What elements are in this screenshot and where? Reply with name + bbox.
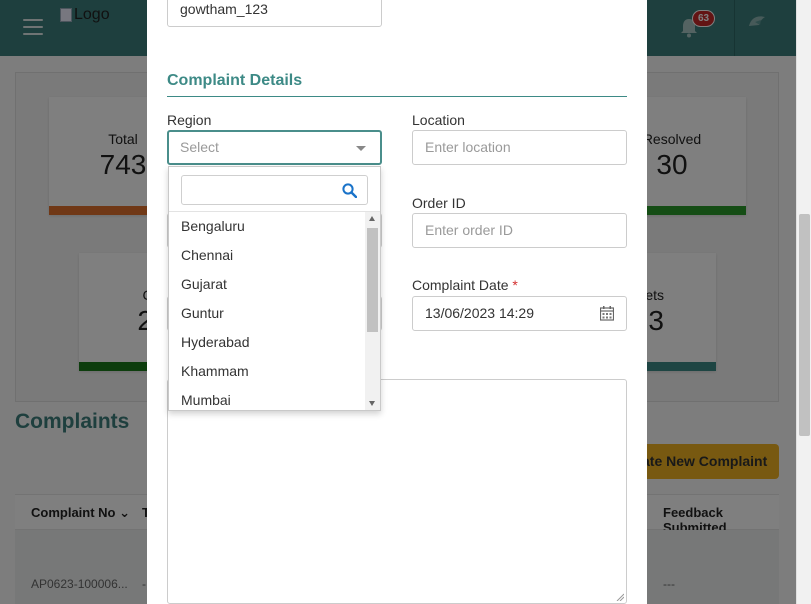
section-title: Complaint Details <box>167 72 303 89</box>
region-search-input[interactable] <box>181 175 368 205</box>
description-textarea[interactable] <box>167 379 627 604</box>
complaint-date-input[interactable]: 13/06/2023 14:29 <box>412 296 627 331</box>
region-dropdown: Bengaluru Chennai Gujarat Guntur Hyderab… <box>168 166 381 411</box>
region-option[interactable]: Bengaluru <box>169 212 365 241</box>
scrollbar-thumb[interactable] <box>799 214 810 436</box>
resize-handle-icon[interactable] <box>616 593 624 601</box>
region-option[interactable]: Hyderabad <box>169 328 365 357</box>
scroll-up-arrow-icon[interactable] <box>369 216 375 221</box>
region-option[interactable]: Guntur <box>169 299 365 328</box>
region-option[interactable]: Mumbai <box>169 386 365 410</box>
scrollbar-thumb[interactable] <box>367 228 378 332</box>
search-icon <box>342 183 357 198</box>
page-scrollbar[interactable] <box>796 0 811 604</box>
location-input[interactable]: Enter location <box>412 130 627 165</box>
order-id-input[interactable]: Enter order ID <box>412 213 627 248</box>
region-select[interactable]: Select <box>167 130 382 165</box>
caret-down-icon <box>356 146 366 151</box>
region-label: Region <box>167 112 212 128</box>
region-option[interactable]: Khammam <box>169 357 365 386</box>
region-option[interactable]: Chennai <box>169 241 365 270</box>
region-options-list: Bengaluru Chennai Gujarat Guntur Hyderab… <box>169 212 365 410</box>
calendar-icon[interactable] <box>600 306 614 321</box>
username-field[interactable]: gowtham_123 <box>167 0 382 27</box>
order-id-label: Order ID <box>412 195 466 211</box>
section-divider <box>167 96 627 97</box>
complaint-date-label: Complaint Date * <box>412 277 518 293</box>
scroll-down-arrow-icon[interactable] <box>369 401 375 406</box>
location-label: Location <box>412 112 465 128</box>
dropdown-scrollbar[interactable] <box>365 212 380 410</box>
region-option[interactable]: Gujarat <box>169 270 365 299</box>
